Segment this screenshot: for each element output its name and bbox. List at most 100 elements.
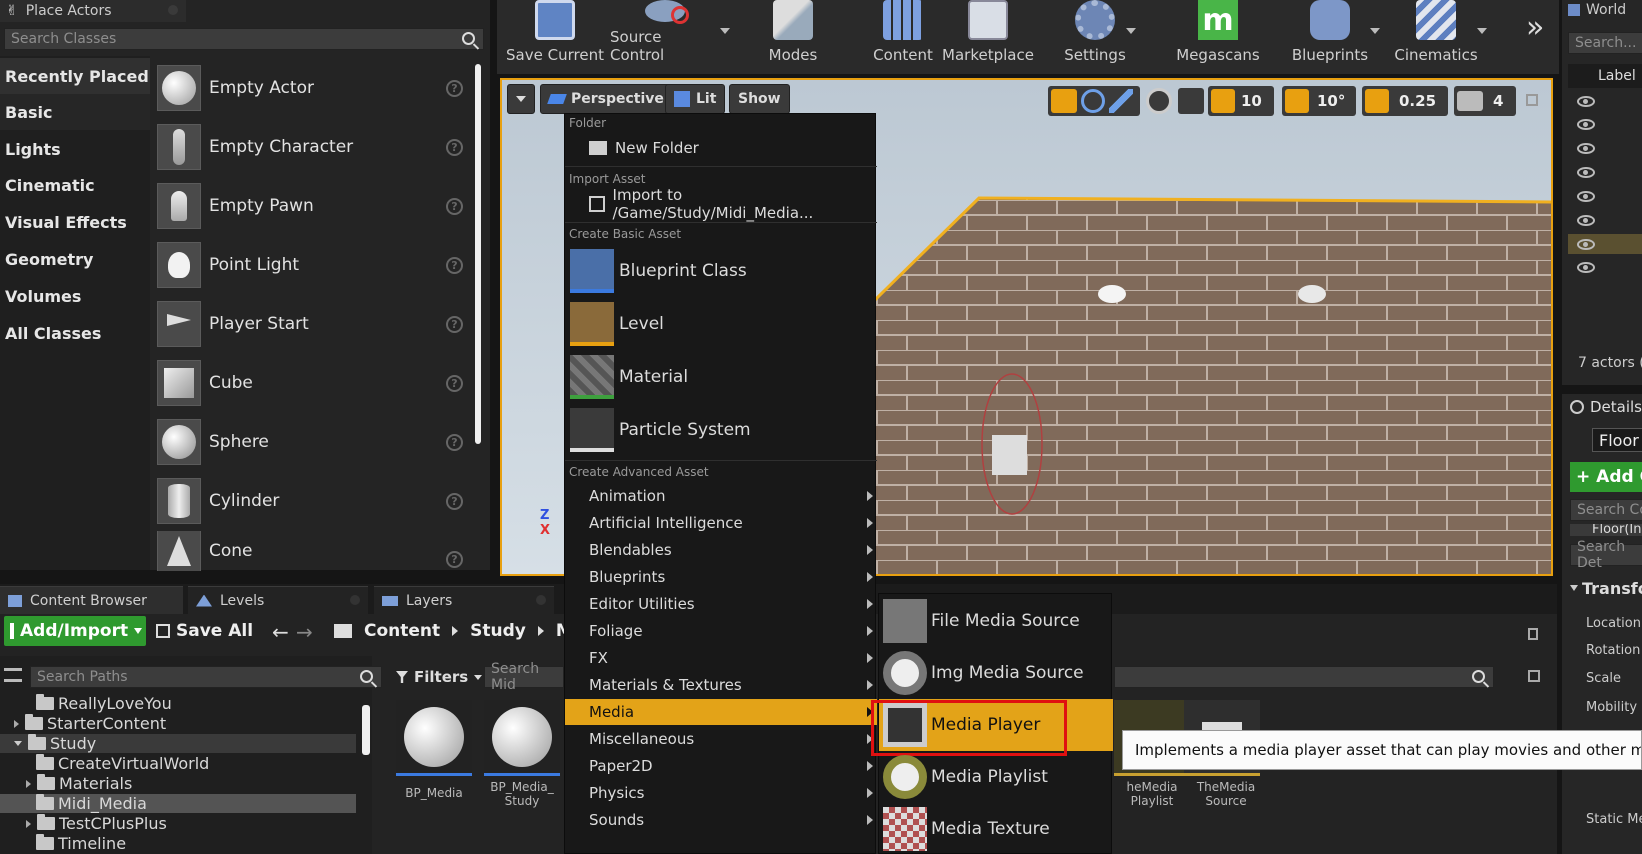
breadcrumb-separator-icon[interactable] — [537, 626, 544, 636]
toolbar-overflow-icon[interactable]: » — [1526, 10, 1544, 45]
levels-tab[interactable]: Levels — [188, 586, 368, 614]
visibility-eye-icon[interactable] — [1577, 167, 1595, 178]
menu-item-paper2d[interactable]: Paper2D — [565, 753, 877, 779]
breadcrumb-item[interactable]: Content — [364, 621, 440, 641]
visibility-eye-icon[interactable] — [1577, 191, 1595, 202]
transform-section-header[interactable]: Transfor — [1570, 577, 1642, 599]
actor-point-light[interactable]: Point Light — [157, 237, 477, 293]
surface-snap-icon[interactable] — [1178, 88, 1204, 114]
megascans-button[interactable]: m Megascans — [1168, 0, 1268, 70]
particle-system-item[interactable]: Particle System — [565, 404, 877, 456]
static-mesh-section[interactable]: Static Mes — [1586, 812, 1642, 827]
actor-empty-pawn[interactable]: Empty Pawn — [157, 178, 477, 234]
component-row-floor[interactable]: Floor(In — [1570, 524, 1642, 536]
category-volumes[interactable]: Volumes — [0, 278, 150, 314]
menu-item-blueprints[interactable]: Blueprints — [565, 564, 877, 590]
scale-icon[interactable] — [1109, 89, 1133, 113]
category-lights[interactable]: Lights — [0, 131, 150, 167]
location-field[interactable]: Location — [1586, 616, 1641, 631]
visibility-eye-icon[interactable] — [1577, 239, 1595, 250]
search-assets-input[interactable]: Search Mid — [484, 661, 564, 693]
menu-item-materials-textures[interactable]: Materials & Textures — [565, 672, 877, 698]
help-icon[interactable]: ? — [446, 316, 463, 333]
world-local-toggle-icon[interactable] — [1146, 88, 1172, 114]
menu-item-artificial-intelligence[interactable]: Artificial Intelligence — [565, 510, 877, 536]
file-media-source-item[interactable]: File Media Source — [879, 596, 1113, 646]
cinematics-button[interactable]: Cinematics — [1386, 0, 1486, 70]
chevron-down-icon[interactable] — [1370, 28, 1380, 34]
level-item[interactable]: Level — [565, 298, 877, 350]
menu-item-editor-utilities[interactable]: Editor Utilities — [565, 591, 877, 617]
visibility-eye-icon[interactable] — [1577, 96, 1595, 107]
close-icon[interactable] — [168, 5, 178, 15]
search-icon[interactable] — [462, 32, 475, 45]
breadcrumb-item[interactable]: Study — [470, 621, 526, 641]
menu-item-miscellaneous[interactable]: Miscellaneous — [565, 726, 877, 752]
expand-arrow-icon[interactable] — [26, 819, 31, 828]
actor-player-start[interactable]: Player Start — [157, 296, 477, 352]
tree-item-startercontent[interactable]: StarterContent — [14, 714, 166, 733]
help-icon[interactable]: ? — [446, 434, 463, 451]
menu-item-media[interactable]: Media — [565, 699, 877, 725]
lit-button[interactable]: Lit — [665, 84, 726, 114]
menu-item-physics[interactable]: Physics — [565, 780, 877, 806]
chevron-down-icon[interactable] — [1477, 28, 1487, 34]
expand-arrow-icon[interactable] — [26, 779, 31, 788]
chevron-down-icon[interactable] — [1126, 28, 1136, 34]
actor-cube[interactable]: Cube — [157, 355, 477, 411]
tree-item-study[interactable]: Study — [0, 734, 356, 753]
search-components-input[interactable]: Search Co — [1570, 499, 1642, 521]
tree-item-testcplusplus[interactable]: TestCPlusPlus — [26, 814, 167, 833]
sources-toggle-icon[interactable] — [4, 668, 22, 682]
close-icon[interactable] — [536, 595, 546, 605]
help-icon[interactable]: ? — [446, 80, 463, 97]
rotate-icon[interactable] — [1081, 89, 1105, 113]
asset-tile-bp-media[interactable]: BP_Media — [396, 700, 472, 810]
lock-icon[interactable] — [1528, 628, 1538, 640]
world-outliner-tab[interactable]: World — [1562, 0, 1642, 20]
grid-snap-group[interactable]: 10 — [1208, 86, 1274, 116]
rotation-field[interactable]: Rotation — [1586, 643, 1640, 658]
modes-button[interactable]: Modes — [748, 0, 838, 70]
actor-list-scrollbar[interactable] — [475, 64, 481, 444]
scale-field[interactable]: Scale — [1586, 671, 1621, 686]
place-actors-tab[interactable]: ✌ Place Actors — [0, 0, 186, 22]
translate-icon[interactable] — [1051, 89, 1077, 113]
blueprints-button[interactable]: Blueprints — [1280, 0, 1380, 70]
search-details-input[interactable]: Search Det — [1570, 539, 1642, 571]
scale-snap-group[interactable]: 0.25 — [1362, 86, 1448, 116]
visibility-eye-icon[interactable] — [1577, 143, 1595, 154]
chevron-down-icon[interactable] — [720, 28, 730, 34]
menu-item-foliage[interactable]: Foliage — [565, 618, 877, 644]
menu-item-sounds[interactable]: Sounds — [565, 807, 877, 833]
marketplace-button[interactable]: Marketplace — [938, 0, 1038, 70]
category-recently-placed[interactable]: Recently Placed — [0, 58, 150, 94]
content-browser-tab[interactable]: Content Browser — [0, 586, 183, 614]
add-component-button[interactable]: + Add Co — [1570, 462, 1642, 492]
help-icon[interactable]: ? — [446, 493, 463, 510]
selected-actor-name[interactable]: Floor — [1592, 428, 1642, 452]
img-media-source-item[interactable]: Img Media Source — [879, 648, 1113, 698]
collapse-arrow-icon[interactable] — [14, 741, 22, 746]
tree-item-reallyloveyou[interactable]: ReallyLoveYou — [36, 694, 172, 713]
outliner-search-input[interactable]: Search... — [1568, 32, 1642, 54]
help-icon[interactable]: ? — [446, 257, 463, 274]
show-button[interactable]: Show — [729, 84, 790, 114]
tree-item-midi-media[interactable]: Midi_Media — [0, 794, 356, 813]
camera-speed-group[interactable]: 4 — [1454, 86, 1516, 116]
forward-arrow-icon[interactable]: → — [296, 620, 313, 644]
layers-tab[interactable]: Layers — [374, 586, 554, 614]
category-cinematic[interactable]: Cinematic — [0, 167, 150, 203]
search-classes-input[interactable]: Search Classes — [4, 28, 484, 50]
actor-empty-actor[interactable]: Empty Actor — [157, 60, 477, 116]
back-arrow-icon[interactable]: ← — [272, 620, 289, 644]
visibility-eye-icon[interactable] — [1577, 119, 1595, 130]
expand-arrow-icon[interactable] — [14, 719, 19, 728]
settings-button[interactable]: Settings — [1050, 0, 1140, 70]
actor-empty-character[interactable]: Empty Character — [157, 119, 477, 175]
import-to-item[interactable]: Import to /Game/Study/Midi_Media... — [565, 186, 877, 222]
menu-item-fx[interactable]: FX — [565, 645, 877, 671]
actor-sphere[interactable]: Sphere — [157, 414, 477, 470]
label-column-header[interactable]: Label — [1598, 68, 1636, 84]
media-texture-item[interactable]: Media Texture — [879, 804, 1113, 854]
